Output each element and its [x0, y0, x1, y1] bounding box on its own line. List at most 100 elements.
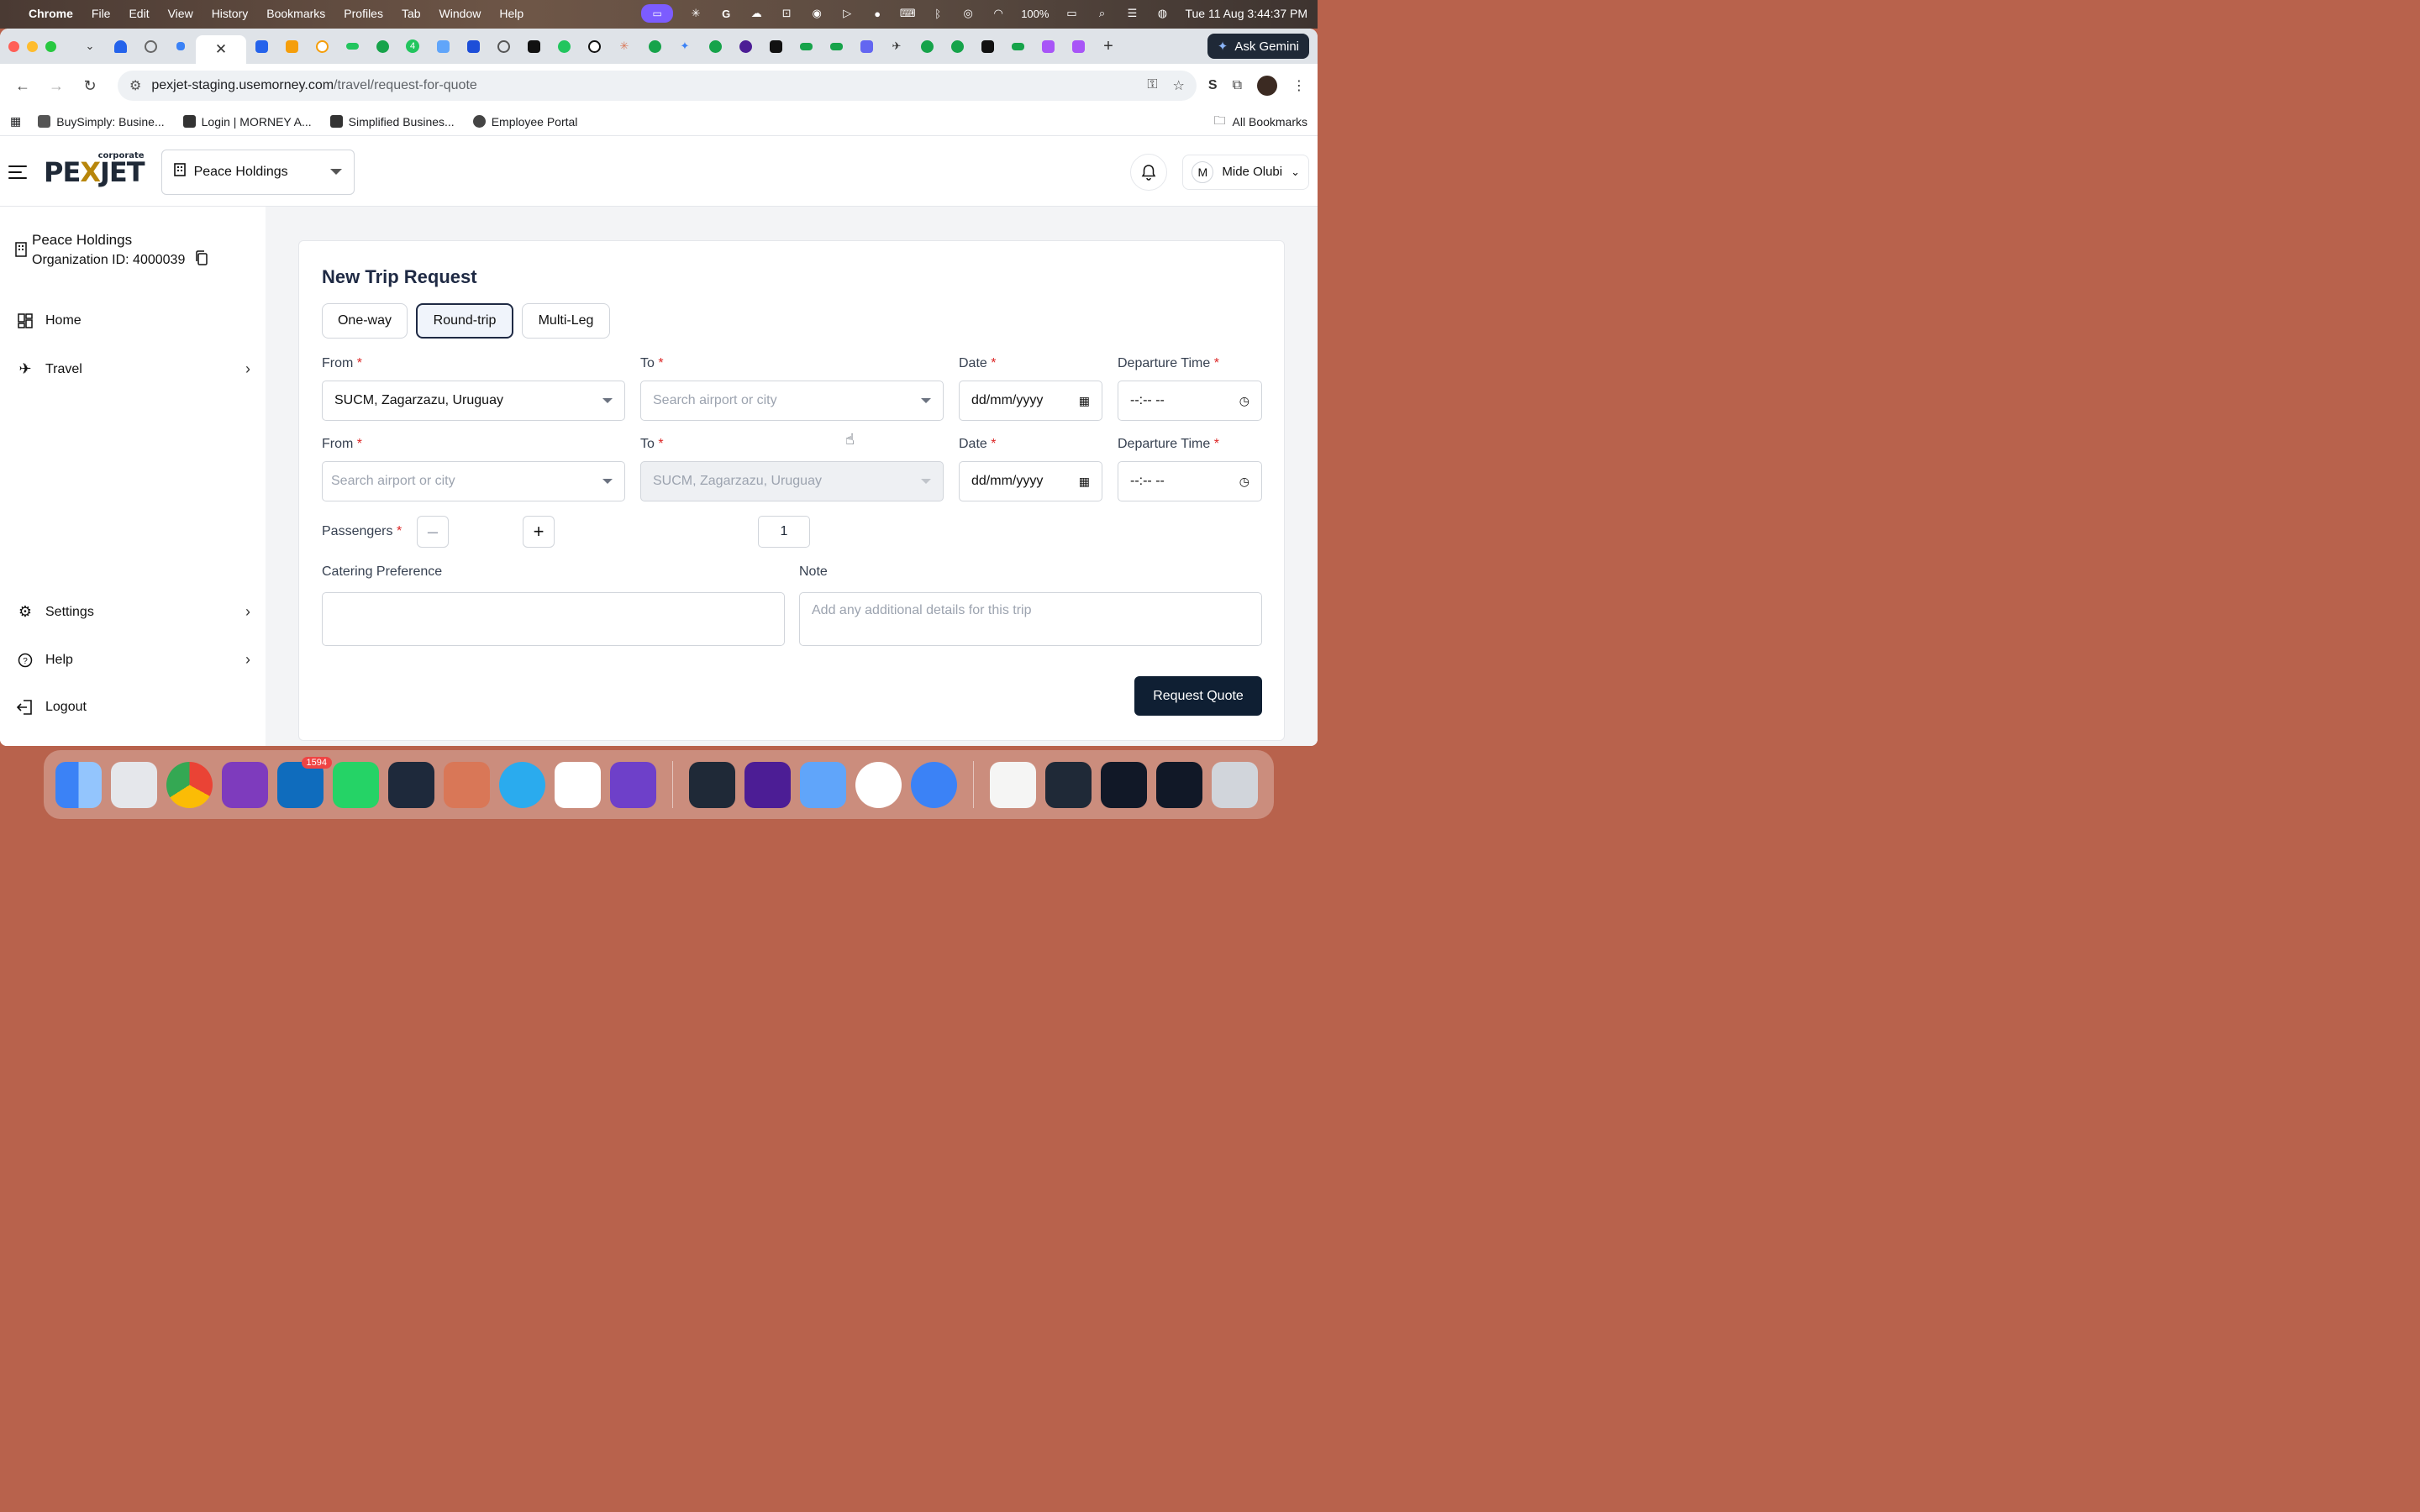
claude-app-icon[interactable]	[444, 761, 490, 808]
sidebar-item-travel[interactable]: ✈ Travel ›	[17, 360, 250, 378]
menubar-app-name[interactable]: Chrome	[29, 7, 73, 20]
request-quote-button[interactable]: Request Quote	[1134, 676, 1262, 716]
tab-favicon-g-1[interactable]	[1033, 34, 1063, 58]
menu-bookmarks[interactable]: Bookmarks	[266, 7, 325, 20]
leg1-to-select[interactable]: Search airport or city	[640, 381, 944, 421]
leg1-from-select[interactable]: SUCM, Zagarzazu, Uruguay	[322, 381, 625, 421]
tab-favicon-green-1[interactable]	[337, 34, 367, 58]
tab-favicon-chat[interactable]	[549, 34, 579, 58]
keyboard-icon[interactable]: ⌨	[900, 6, 916, 21]
ask-gemini-button[interactable]: ✦ Ask Gemini	[1207, 34, 1309, 59]
user-icon[interactable]: ●	[870, 6, 885, 21]
sidebar-item-settings[interactable]: ⚙ Settings ›	[17, 603, 250, 621]
github-desktop-icon[interactable]	[610, 761, 656, 808]
bluetooth-icon[interactable]: ᛒ	[930, 6, 945, 21]
terminal-icon[interactable]	[689, 761, 735, 808]
grammarly-icon[interactable]: G	[718, 6, 734, 21]
pexjet-logo[interactable]: PEXJET corporate	[44, 151, 145, 188]
claude-icon[interactable]: ✳	[688, 6, 703, 21]
menu-view[interactable]: View	[168, 7, 193, 20]
wifi-icon[interactable]: ◠	[991, 6, 1006, 21]
organization-selector[interactable]: Peace Holdings	[160, 149, 355, 195]
recent-window-3[interactable]	[1101, 761, 1147, 808]
tab-favicon-arrow-2[interactable]	[821, 34, 851, 58]
tab-favicon-circle-dark[interactable]	[730, 34, 760, 58]
tab-favicon-green-4[interactable]	[700, 34, 730, 58]
close-window-button[interactable]	[8, 40, 19, 52]
tab-favicon-plane[interactable]: ✈	[881, 34, 912, 58]
tab-favicon-2[interactable]	[135, 34, 166, 58]
finder-icon[interactable]	[55, 761, 102, 808]
calendar-icon[interactable]: ▦	[1079, 394, 1090, 408]
tab-favicon-slides[interactable]	[276, 34, 307, 58]
trip-type-multi-leg[interactable]: Multi-Leg	[522, 303, 610, 339]
password-key-icon[interactable]: ⚿	[1147, 77, 1157, 94]
leg2-from-select[interactable]: Search airport or city	[322, 461, 625, 501]
note-textarea[interactable]: Add any additional details for this trip	[799, 592, 1262, 646]
tab-favicon-puzzle[interactable]	[428, 34, 458, 58]
extension-s-icon[interactable]: S	[1208, 78, 1218, 93]
trip-type-one-way[interactable]: One-way	[322, 303, 408, 339]
passengers-increment-button[interactable]: +	[523, 516, 555, 548]
clock-icon[interactable]: ◷	[1239, 475, 1249, 489]
chatgpt-icon[interactable]	[555, 761, 601, 808]
bookmark-employee-portal[interactable]: Employee Portal	[472, 115, 577, 129]
user-menu-button[interactable]: M Mide Olubi ⌄	[1182, 154, 1309, 190]
chrome-icon[interactable]	[166, 761, 213, 808]
all-bookmarks-button[interactable]: 🗀 All Bookmarks	[1214, 112, 1307, 132]
hamburger-menu-icon[interactable]	[8, 165, 27, 179]
bookmark-morney-login[interactable]: Login | MORNEY A...	[182, 115, 312, 129]
tab-favicon-arrow-3[interactable]	[1002, 34, 1033, 58]
screenshot-icon[interactable]: ⊡	[779, 6, 794, 21]
minimize-window-button[interactable]	[27, 40, 38, 52]
zoom-window-button[interactable]	[45, 40, 56, 52]
tab-favicon-number[interactable]: 4	[397, 34, 428, 58]
leg1-time-input[interactable]: --:-- -- ◷	[1118, 381, 1262, 421]
leg2-time-input[interactable]: --:-- -- ◷	[1118, 461, 1262, 501]
clock-app-icon[interactable]	[855, 761, 902, 808]
back-icon[interactable]: ←	[12, 75, 34, 97]
tab-favicon-teams[interactable]	[851, 34, 881, 58]
tab-favicon-layers[interactable]	[458, 34, 488, 58]
apps-grid-icon[interactable]: ▦	[10, 114, 21, 129]
tab-favicon-openai-1[interactable]	[579, 34, 609, 58]
tab-favicon-b-2[interactable]	[942, 34, 972, 58]
recent-window-4[interactable]	[1156, 761, 1202, 808]
tab-favicon-claude[interactable]: ✳	[609, 34, 639, 58]
tab-favicon-calendar[interactable]	[246, 34, 276, 58]
launchpad-icon[interactable]	[111, 761, 157, 808]
bookmark-buysimply[interactable]: BuySimply: Busine...	[38, 115, 165, 129]
recent-window-2[interactable]	[1045, 761, 1092, 808]
tab-favicon-3[interactable]	[166, 34, 196, 58]
battery-icon[interactable]: ▭	[1064, 6, 1079, 21]
arc-icon[interactable]	[388, 761, 434, 808]
play-icon[interactable]: ▷	[839, 6, 855, 21]
copy-icon[interactable]	[195, 250, 208, 270]
sidebar-item-logout[interactable]: Logout	[17, 699, 250, 716]
calendar-icon[interactable]: ▦	[1079, 475, 1090, 489]
chrome-menu-icon[interactable]: ⋮	[1292, 77, 1306, 94]
menu-history[interactable]: History	[212, 7, 249, 20]
tab-favicon-loading[interactable]	[488, 34, 518, 58]
telegram-icon[interactable]	[499, 761, 545, 808]
menu-profiles[interactable]: Profiles	[344, 7, 383, 20]
profile-avatar[interactable]	[1257, 76, 1277, 96]
tab-favicon-gemini[interactable]: ✦	[670, 34, 700, 58]
clock-icon[interactable]: ◷	[1239, 394, 1249, 408]
tab-favicon-green-3[interactable]	[639, 34, 670, 58]
close-tab-icon[interactable]: ✕	[215, 41, 227, 58]
siri-icon[interactable]: ◍	[1155, 6, 1170, 21]
spotlight-search-icon[interactable]: ⌕	[1094, 6, 1109, 21]
tab-favicon-g-2[interactable]	[1063, 34, 1093, 58]
tab-favicon-m-1[interactable]	[518, 34, 549, 58]
tab-favicon-b-3[interactable]	[972, 34, 1002, 58]
leg2-date-input[interactable]: dd/mm/yyyy ▦	[959, 461, 1102, 501]
tab-favicon-arrow-1[interactable]	[791, 34, 821, 58]
whatsapp-icon[interactable]	[333, 761, 379, 808]
catering-preference-input[interactable]	[322, 592, 785, 646]
menu-window[interactable]: Window	[439, 7, 481, 20]
airdrop-icon[interactable]: ◎	[960, 6, 976, 21]
notifications-button[interactable]	[1130, 153, 1168, 191]
extensions-puzzle-icon[interactable]: ⧉	[1233, 78, 1242, 93]
grammarly-app-icon[interactable]	[744, 761, 791, 808]
